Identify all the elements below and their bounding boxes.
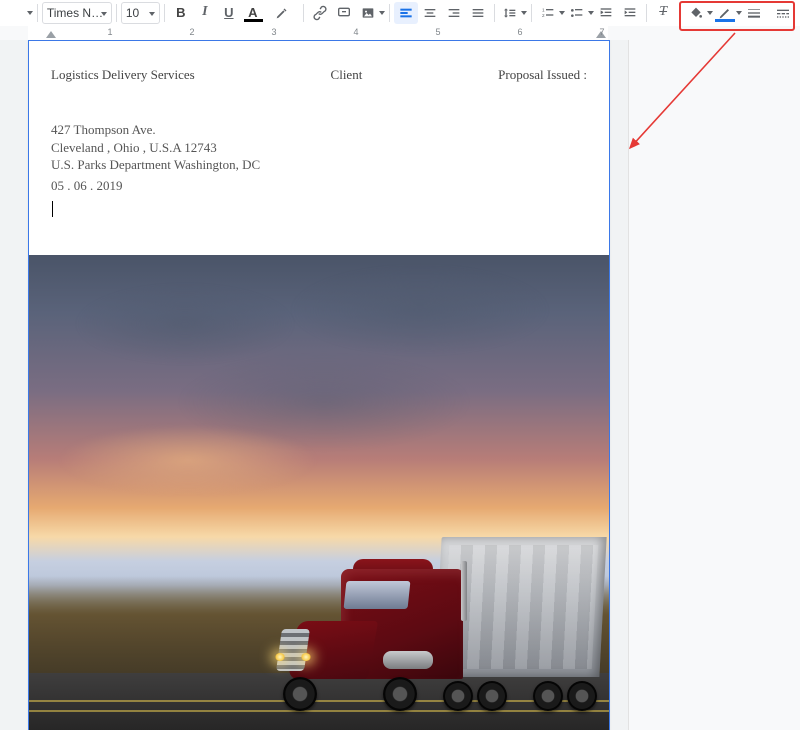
toolbar-separator bbox=[37, 4, 38, 22]
align-justify-icon bbox=[470, 5, 486, 21]
horizontal-ruler[interactable]: 1 2 3 4 5 6 7 bbox=[0, 26, 800, 41]
toolbar-separator bbox=[494, 4, 495, 22]
border-color-swatch bbox=[715, 19, 735, 22]
italic-icon: I bbox=[202, 4, 207, 20]
ruler-number: 7 bbox=[599, 27, 604, 37]
text-color-button[interactable]: A bbox=[241, 2, 270, 24]
increase-indent-button[interactable] bbox=[618, 2, 642, 24]
formatting-toolbar: Times N… 10 B I U A bbox=[0, 0, 800, 27]
ruler-number: 6 bbox=[517, 27, 522, 37]
ruler-number: 4 bbox=[353, 27, 358, 37]
bold-button[interactable]: B bbox=[169, 2, 193, 24]
page-content: Logistics Delivery Services Client Propo… bbox=[29, 41, 609, 194]
page-header-row: Logistics Delivery Services Client Propo… bbox=[29, 41, 609, 83]
bulleted-list-button[interactable] bbox=[565, 2, 594, 24]
align-right-icon bbox=[446, 5, 462, 21]
cloud bbox=[290, 265, 550, 355]
align-justify-button[interactable] bbox=[466, 2, 490, 24]
toolbar-separator bbox=[164, 4, 165, 22]
ruler-number: 1 bbox=[107, 27, 112, 37]
highlighter-icon bbox=[274, 5, 290, 21]
text-color-icon: A bbox=[248, 5, 257, 20]
document-canvas[interactable]: Logistics Delivery Services Client Propo… bbox=[0, 40, 800, 730]
address-line-2: Cleveland , Ohio , U.S.A 12743 bbox=[51, 139, 587, 157]
paint-bucket-icon bbox=[688, 5, 704, 21]
text-color-swatch bbox=[244, 19, 263, 22]
decrease-indent-button[interactable] bbox=[594, 2, 618, 24]
header-center[interactable]: Client bbox=[331, 67, 363, 83]
fill-color-button[interactable] bbox=[684, 2, 713, 24]
text-cursor bbox=[52, 201, 53, 217]
address-line-1: 427 Thompson Ave. bbox=[51, 121, 587, 139]
address-block[interactable]: 427 Thompson Ave. Cleveland , Ohio , U.S… bbox=[29, 83, 609, 194]
underline-button[interactable]: U bbox=[217, 2, 241, 24]
document-page[interactable]: Logistics Delivery Services Client Propo… bbox=[28, 40, 610, 730]
image-icon bbox=[360, 5, 376, 21]
toolbar-separator bbox=[389, 4, 390, 22]
cloud bbox=[58, 425, 318, 495]
increase-indent-icon bbox=[622, 5, 638, 21]
bold-icon: B bbox=[176, 5, 185, 20]
numbered-list-icon: 1 2 bbox=[540, 5, 556, 21]
font-size-value: 10 bbox=[126, 6, 139, 20]
more-dropdown[interactable] bbox=[4, 2, 33, 24]
align-left-button[interactable] bbox=[394, 2, 418, 24]
canvas-gutter bbox=[628, 40, 800, 730]
toolbar-separator bbox=[531, 4, 532, 22]
link-icon bbox=[312, 5, 328, 21]
border-weight-button[interactable] bbox=[742, 2, 771, 24]
insert-link-button[interactable] bbox=[308, 2, 332, 24]
insert-image-button[interactable] bbox=[356, 2, 385, 24]
font-size-select[interactable]: 10 bbox=[121, 2, 160, 24]
header-left[interactable]: Logistics Delivery Services bbox=[51, 67, 195, 83]
underline-icon: U bbox=[224, 5, 233, 20]
svg-text:2: 2 bbox=[542, 13, 545, 18]
align-center-button[interactable] bbox=[418, 2, 442, 24]
document-date: 05 . 06 . 2019 bbox=[51, 174, 587, 195]
insert-comment-button[interactable] bbox=[332, 2, 356, 24]
toolbar-separator bbox=[646, 4, 647, 22]
line-spacing-icon bbox=[502, 5, 518, 21]
line-spacing-button[interactable] bbox=[498, 2, 527, 24]
align-center-icon bbox=[422, 5, 438, 21]
font-family-value: Times N… bbox=[47, 6, 103, 20]
truck bbox=[323, 517, 603, 707]
align-left-icon bbox=[398, 5, 414, 21]
cloud bbox=[75, 284, 295, 364]
italic-button[interactable]: I bbox=[193, 2, 217, 24]
ruler-number: 3 bbox=[271, 27, 276, 37]
hero-image[interactable] bbox=[29, 255, 609, 730]
truck-cab bbox=[333, 559, 463, 679]
svg-text:1: 1 bbox=[542, 8, 545, 13]
clear-formatting-icon: T bbox=[659, 4, 667, 20]
toolbar-separator bbox=[679, 4, 680, 22]
toolbar-separator bbox=[116, 4, 117, 22]
numbered-list-button[interactable]: 1 2 bbox=[536, 2, 565, 24]
address-line-3: U.S. Parks Department Washington, DC bbox=[51, 156, 587, 174]
align-right-button[interactable] bbox=[442, 2, 466, 24]
bulleted-list-icon bbox=[569, 5, 585, 21]
header-right[interactable]: Proposal Issued : bbox=[498, 67, 587, 83]
border-dash-icon bbox=[775, 5, 791, 21]
highlight-color-button[interactable] bbox=[270, 2, 299, 24]
ruler-number: 2 bbox=[189, 27, 194, 37]
left-indent-marker[interactable] bbox=[46, 31, 56, 38]
clear-formatting-button[interactable]: T bbox=[651, 2, 675, 24]
decrease-indent-icon bbox=[598, 5, 614, 21]
border-dash-button[interactable] bbox=[771, 2, 800, 24]
toolbar-separator bbox=[303, 4, 304, 22]
comment-icon bbox=[336, 5, 352, 21]
font-family-select[interactable]: Times N… bbox=[42, 2, 112, 24]
border-color-button[interactable] bbox=[713, 2, 742, 24]
ruler-number: 5 bbox=[435, 27, 440, 37]
border-weight-icon bbox=[746, 5, 762, 21]
